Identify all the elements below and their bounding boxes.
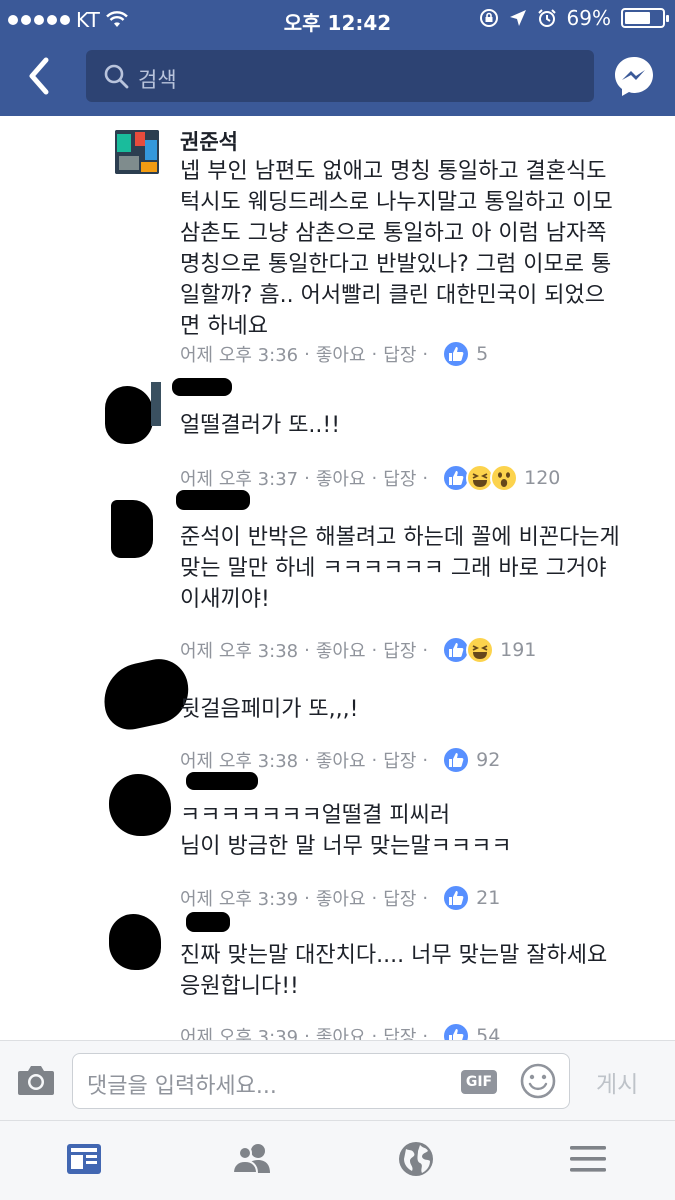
comment-item: 준석이 반박은 해볼려고 하는데 꼴에 비꼰다는게 맞는 말만 하네 ㅋㅋㅋㅋㅋ… xyxy=(0,490,675,664)
comment-item: ㅋㅋㅋㅋㅋㅋㅋ얼떨결 피씨러 님이 방금한 말 너무 맞는말ㅋㅋㅋㅋ 어제 오후… xyxy=(0,766,675,912)
comment-list: 권준석 넵 부인 남편도 없애고 명칭 통일하고 결혼식도 턱시도 웨딩드레스로… xyxy=(0,116,675,1040)
battery-icon xyxy=(621,8,669,28)
avatar[interactable] xyxy=(115,130,159,174)
comment-placeholder: 댓글을 입력하세요... xyxy=(87,1074,277,1099)
redacted-name xyxy=(176,490,250,510)
comment-meta: 어제 오후 3:36 · 좋아요 · 답장 · 5 xyxy=(180,340,488,368)
battery-percent: 69% xyxy=(566,6,611,30)
redacted-avatar xyxy=(109,774,171,836)
search-input[interactable]: 검색 xyxy=(86,50,594,102)
comment-item: 뒷걸음페미가 또,,,! 어제 오후 3:38 · 좋아요 · 답장 · 92 xyxy=(0,653,675,774)
reply-button[interactable]: 답장 xyxy=(383,465,416,491)
tab-friends[interactable] xyxy=(230,1139,274,1183)
reply-button[interactable]: 답장 xyxy=(383,1023,416,1040)
redacted-avatar xyxy=(111,500,153,558)
like-button[interactable]: 좋아요 xyxy=(316,465,366,491)
app-header: KT 오후 12:42 69% 검색 xyxy=(0,0,675,116)
status-bar: KT 오후 12:42 69% xyxy=(0,0,675,38)
nav-row: 검색 xyxy=(0,44,675,110)
comment-text: 뒷걸음페미가 또,,,! xyxy=(180,697,359,722)
wow-reaction-icon xyxy=(490,464,519,492)
like-button[interactable]: 좋아요 xyxy=(316,1023,366,1040)
search-placeholder: 검색 xyxy=(138,68,177,92)
avatar[interactable] xyxy=(105,382,161,444)
alarm-icon xyxy=(537,9,556,27)
friends-icon xyxy=(231,1144,270,1174)
back-button[interactable] xyxy=(20,50,64,102)
news-feed-icon xyxy=(67,1144,101,1174)
messenger-icon xyxy=(615,57,653,96)
tab-news-feed[interactable] xyxy=(64,1139,108,1183)
comment-item: 권준석 넵 부인 남편도 없애고 명칭 통일하고 결혼식도 턱시도 웨딩드레스로… xyxy=(0,116,675,368)
reaction-icons[interactable] xyxy=(442,340,471,368)
camera-icon xyxy=(18,1066,54,1095)
comment-input[interactable]: 댓글을 입력하세요... GIF xyxy=(72,1053,570,1109)
post-button[interactable]: 게시 xyxy=(596,1065,638,1099)
status-right: 69% xyxy=(479,6,669,30)
avatar[interactable] xyxy=(111,498,159,558)
tab-notifications[interactable] xyxy=(396,1139,440,1183)
emoji-button[interactable] xyxy=(519,1062,557,1100)
battery-fill xyxy=(625,12,650,24)
search-icon xyxy=(104,64,129,89)
bottom-tab-bar xyxy=(0,1120,675,1200)
redacted-avatar xyxy=(109,914,161,970)
avatar[interactable] xyxy=(109,912,161,970)
reaction-count[interactable]: 54 xyxy=(476,1025,500,1040)
comment-item: 얼떨결러가 또..!! 어제 오후 3:37 · 좋아요 · 답장 · 120 xyxy=(0,374,675,492)
comment-composer: 댓글을 입력하세요... GIF 게시 xyxy=(0,1040,675,1120)
redacted-avatar xyxy=(105,386,153,444)
avatar-photo xyxy=(115,130,159,174)
reaction-icons[interactable] xyxy=(442,1022,471,1040)
comment-text: 얼떨결러가 또..!! xyxy=(180,413,341,438)
reaction-count[interactable]: 5 xyxy=(476,343,488,365)
redacted-name xyxy=(172,378,232,396)
comment-time[interactable]: 어제 오후 3:36 xyxy=(180,341,298,367)
comment-time[interactable]: 어제 오후 3:37 xyxy=(180,465,298,491)
redacted-name xyxy=(186,772,258,790)
camera-button[interactable] xyxy=(16,1063,56,1097)
comment-author[interactable]: 권준석 xyxy=(180,126,238,156)
comment-item: 진짜 맞는말 대잔치다.... 너무 맞는말 잘하세요 응원합니다!! 어제 오… xyxy=(0,906,675,1040)
comment-text: ㅋㅋㅋㅋㅋㅋㅋ얼떨결 피씨러 님이 방금한 말 너무 맞는말ㅋㅋㅋㅋ xyxy=(180,803,512,859)
comment-meta: 어제 오후 3:37 · 좋아요 · 답장 · 120 xyxy=(180,464,560,492)
comment-text: 진짜 맞는말 대잔치다.... 너무 맞는말 잘하세요 응원합니다!! xyxy=(180,943,608,999)
avatar[interactable] xyxy=(109,772,171,836)
gif-button[interactable]: GIF xyxy=(461,1070,497,1094)
messenger-button[interactable] xyxy=(610,52,658,100)
like-reaction-icon xyxy=(442,340,471,368)
rotation-lock-icon xyxy=(479,9,498,27)
reaction-count[interactable]: 120 xyxy=(524,467,560,489)
comment-time[interactable]: 어제 오후 3:39 xyxy=(180,1023,298,1040)
reaction-icons[interactable] xyxy=(442,464,519,492)
hamburger-menu-icon xyxy=(570,1146,606,1172)
avatar[interactable] xyxy=(97,653,195,735)
comment-meta: 어제 오후 3:39 · 좋아요 · 답장 · 54 xyxy=(180,1022,500,1040)
comment-text: 넵 부인 남편도 없애고 명칭 통일하고 결혼식도 턱시도 웨딩드레스로 나누지… xyxy=(180,159,613,339)
tab-menu[interactable] xyxy=(566,1139,610,1183)
globe-icon xyxy=(399,1142,433,1176)
redacted-name xyxy=(186,912,230,932)
reply-button[interactable]: 답장 xyxy=(383,341,416,367)
location-arrow-icon xyxy=(509,10,526,26)
like-button[interactable]: 좋아요 xyxy=(316,341,366,367)
like-reaction-icon xyxy=(442,1022,471,1040)
chevron-left-icon xyxy=(29,57,49,95)
comment-text: 준석이 반박은 해볼려고 하는데 꼴에 비꼰다는게 맞는 말만 하네 ㅋㅋㅋㅋㅋ… xyxy=(180,525,620,612)
smiley-icon xyxy=(520,1063,556,1099)
